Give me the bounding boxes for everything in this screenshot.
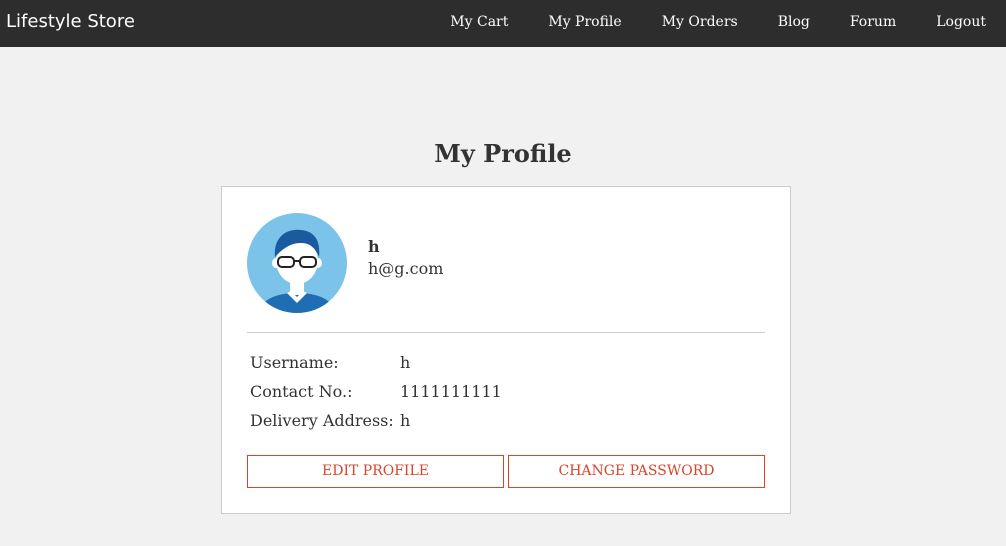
detail-label: Delivery Address: [250, 411, 394, 430]
profile-email: h@g.com [368, 259, 444, 278]
detail-row-address: Delivery Address: h [250, 410, 502, 439]
detail-row-contact: Contact No.: 1111111111 [250, 381, 502, 410]
user-avatar-icon [247, 213, 347, 313]
nav-link-forum[interactable]: Forum [830, 0, 916, 44]
detail-value: 1111111111 [400, 382, 502, 401]
detail-value: h [400, 411, 411, 430]
change-password-button[interactable]: CHANGE PASSWORD [508, 455, 765, 488]
nav-link-my-profile[interactable]: My Profile [528, 0, 641, 44]
detail-label: Contact No.: [250, 382, 353, 401]
divider [247, 332, 765, 333]
profile-details: Username: h Contact No.: 1111111111 Deli… [250, 352, 502, 439]
nav-link-my-orders[interactable]: My Orders [642, 0, 758, 44]
nav-links: My Cart My Profile My Orders Blog Forum … [430, 0, 1006, 44]
detail-label: Username: [250, 353, 339, 372]
edit-profile-button[interactable]: EDIT PROFILE [247, 455, 504, 488]
page-title: My Profile [434, 139, 572, 168]
top-navbar: Lifestyle Store My Cart My Profile My Or… [0, 0, 1006, 47]
detail-value: h [400, 353, 411, 372]
detail-row-username: Username: h [250, 352, 502, 381]
brand-link[interactable]: Lifestyle Store [6, 0, 135, 44]
profile-card: h h@g.com Username: h Contact No.: 11111… [221, 186, 791, 514]
nav-link-logout[interactable]: Logout [916, 0, 1006, 44]
nav-link-blog[interactable]: Blog [758, 0, 830, 44]
nav-link-my-cart[interactable]: My Cart [430, 0, 528, 44]
profile-name: h [368, 237, 380, 256]
